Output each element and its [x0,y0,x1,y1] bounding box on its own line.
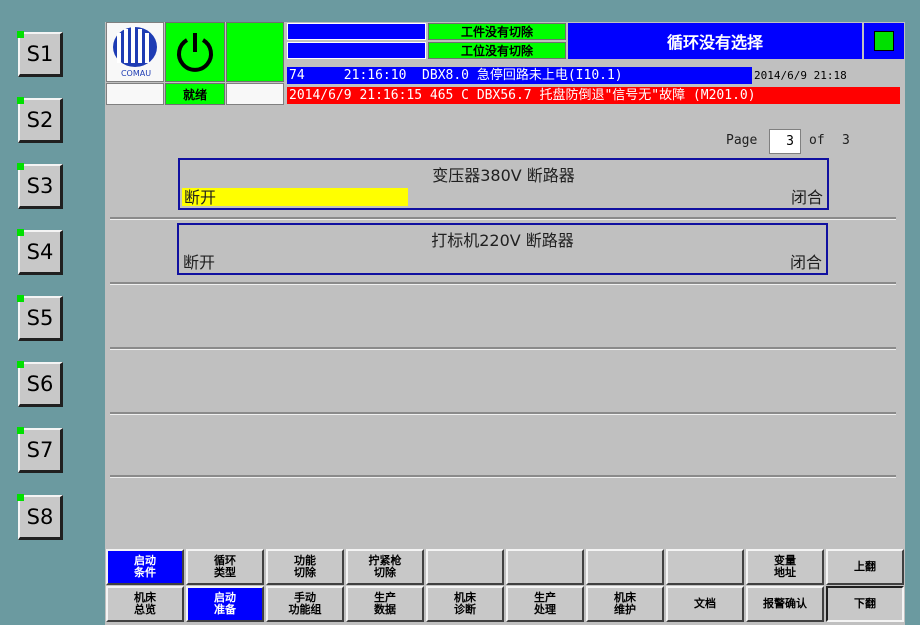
cycle-status-banner: 循环没有选择 [568,23,862,59]
page-total: 3 [842,133,850,148]
side-button-led [17,494,24,501]
side-button-s2[interactable]: S2 [18,98,63,143]
side-button-s3[interactable]: S3 [18,164,63,209]
breaker-open-label: 断开 [184,188,217,207]
row-divider [110,412,896,415]
side-button-led [17,427,24,434]
side-button-led [17,361,24,368]
softkey-bottom-3[interactable]: 手动 功能组 [266,586,344,622]
logo-sub-box [106,83,164,105]
softkey-bottom-2[interactable]: 启动 准备 [186,586,264,622]
softkey-bottom-9[interactable]: 报警确认 [746,586,824,622]
station-cutoff-status: 工位没有切除 [428,42,566,59]
green-indicator-box [226,22,284,82]
side-button-led [17,295,24,302]
power-status-box [165,22,225,82]
softkey-bottom-8[interactable]: 文档 [666,586,744,622]
side-button-s8[interactable]: S8 [18,495,63,540]
softkey-bottom-6[interactable]: 生产 处理 [506,586,584,622]
alarm-line-fault[interactable]: 2014/6/9 21:16:15 465 C DBX56.7 托盘防倒退"信号… [287,87,900,104]
softkey-bottom-4[interactable]: 生产 数据 [346,586,424,622]
side-button-led [17,229,24,236]
workpiece-cutoff-status: 工件没有切除 [428,23,566,40]
side-button-s7[interactable]: S7 [18,428,63,473]
indicator-bar-2 [287,42,426,59]
softkey-top-5[interactable] [426,549,504,585]
softkey-top-6[interactable] [506,549,584,585]
empty-status-box [226,83,284,105]
softkey-top-4[interactable]: 拧紧枪 切除 [346,549,424,585]
row-divider [110,347,896,350]
softkey-bottom-1[interactable]: 机床 总览 [106,586,184,622]
alarm-line-current[interactable]: 74 21:16:10 DBX8.0 急停回路未上电(I10.1) [287,67,752,84]
logo-text: COMAU [120,69,152,78]
softkey-top-1[interactable]: 启动 条件 [106,549,184,585]
page-label: Page [726,133,758,148]
softkey-bottom-5[interactable]: 机床 诊断 [426,586,504,622]
softkey-top-8[interactable] [666,549,744,585]
comau-logo: COMAU [106,22,164,82]
breaker-title: 变压器380V 断路器 [432,166,575,185]
page-of-label: of [809,133,825,148]
softkey-top-3[interactable]: 功能 切除 [266,549,344,585]
cycle-indicator-led [874,31,894,51]
softkey-top-9[interactable]: 变量 地址 [746,549,824,585]
alarm-line-time: 2014/6/9 21:18 [754,69,847,82]
breaker-transformer-380v: 变压器380V 断路器 断开 闭合 [178,158,829,210]
cycle-indicator-box [864,23,904,59]
side-button-led [17,163,24,170]
softkey-bottom-10[interactable]: 下翻 [826,586,904,622]
row-divider [110,475,896,478]
main-panel [105,22,905,625]
side-button-led [17,97,24,104]
side-button-s1[interactable]: S1 [18,32,63,77]
side-button-s4[interactable]: S4 [18,230,63,275]
breaker-closed-label: 闭合 [789,253,822,272]
breaker-marking-220v: 打标机220V 断路器 断开 闭合 [177,223,828,275]
softkey-top-10[interactable]: 上翻 [826,549,904,585]
page-number-input[interactable]: 3 [769,129,801,154]
row-divider [110,217,896,220]
breaker-open-label: 断开 [183,253,216,272]
side-button-s5[interactable]: S5 [18,296,63,341]
ready-status-label: 就绪 [165,83,225,105]
softkey-top-2[interactable]: 循环 类型 [186,549,264,585]
breaker-closed-label: 闭合 [790,188,823,207]
softkey-top-7[interactable] [586,549,664,585]
softkey-bottom-7[interactable]: 机床 维护 [586,586,664,622]
row-divider [110,282,896,285]
side-button-led [17,31,24,38]
breaker-title: 打标机220V 断路器 [431,231,574,250]
indicator-bar-1 [287,23,426,40]
power-icon [177,33,213,72]
side-button-s6[interactable]: S6 [18,362,63,407]
